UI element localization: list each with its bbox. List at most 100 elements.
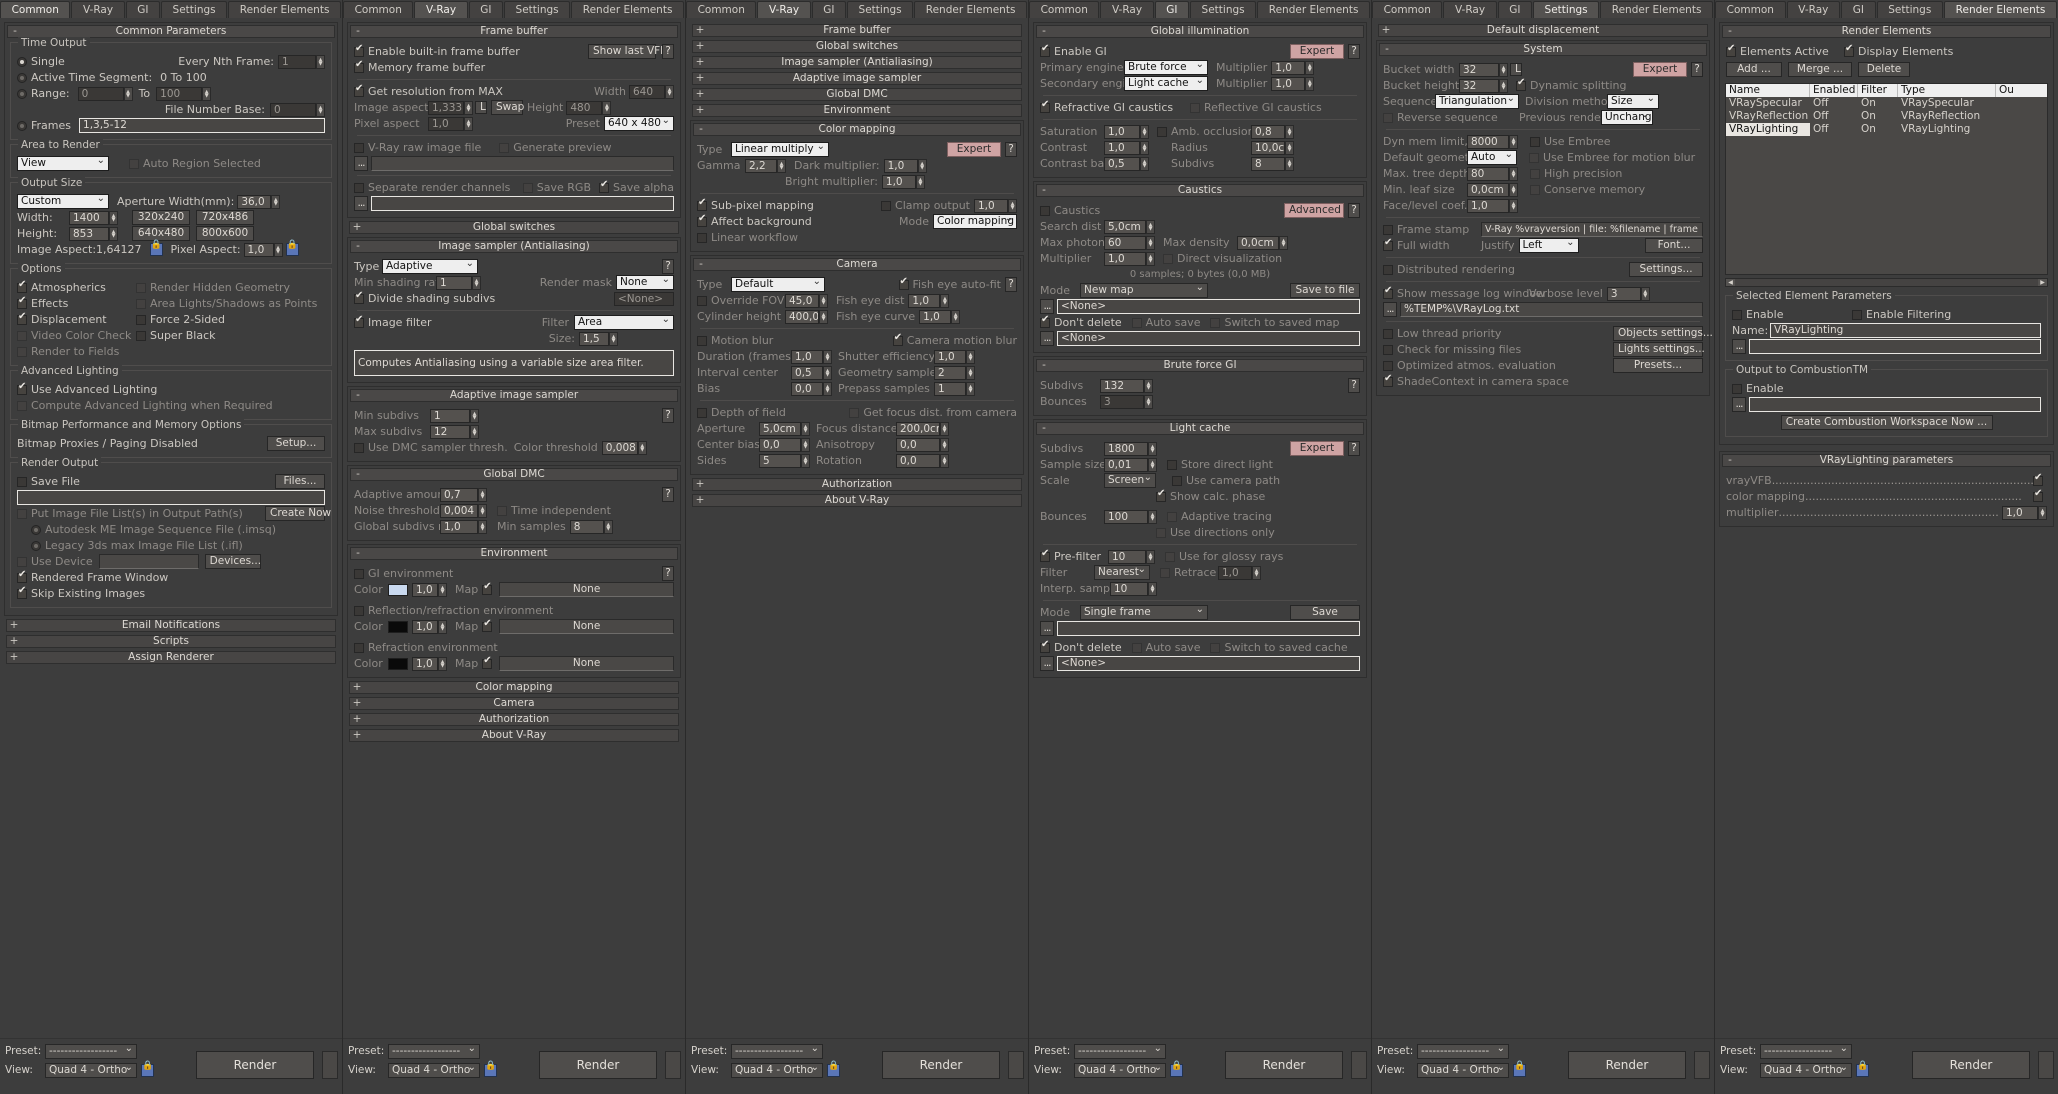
input-output-path[interactable] [17,490,325,505]
tab-gi[interactable]: GI [125,1,160,18]
column-header-filter[interactable]: Filter [1858,84,1898,97]
checkbox-conserve-memory[interactable] [1530,184,1540,195]
spinner-retrace[interactable]: ▲ ▼ [1252,565,1261,580]
spinner-lc-subdivs[interactable]: ▲ ▼ [1148,441,1157,456]
checkbox-effects[interactable] [17,296,27,309]
field-geometry-samples[interactable]: 2 [934,365,966,380]
rollout-adaptive-image-sampler[interactable]: + Adaptive image sampler [692,72,1022,85]
select-view[interactable]: Quad 4 - Ortho [45,1062,137,1078]
spinner-fb-image-aspect[interactable]: ▲ ▼ [464,100,473,115]
checkbox-use-embree[interactable] [1530,136,1540,147]
bucket-lock-button[interactable]: L [1510,63,1522,76]
checkbox-check-for-missing-files[interactable] [1383,344,1393,355]
spinner-face-level-coef[interactable]: ▲ ▼ [1509,198,1518,213]
select-lc-mode[interactable]: Single frame [1080,605,1208,620]
tab-gi[interactable]: GI [1497,1,1532,18]
field-fb-image-aspect[interactable]: 1,333 [428,100,464,115]
field-center-bias[interactable]: 0,0 [759,437,801,452]
help-icon[interactable]: ? [1691,62,1703,77]
checkbox-render-hidden-geometry[interactable] [136,282,146,293]
spinner-focus-distance[interactable]: ▲ ▼ [940,421,949,436]
help-icon[interactable]: ? [662,566,674,581]
checkbox-auto-region[interactable] [129,158,139,169]
field-re-multiplier[interactable]: 1,0 [2002,505,2038,520]
spinner-dyn-mem-limit[interactable]: ▲ ▼ [1509,134,1518,149]
spinner-fb-height[interactable]: ▲ ▼ [602,100,612,115]
rollout-color-mapping[interactable]: - Color mapping [693,123,1021,136]
checkbox-separate-render-channels[interactable] [354,182,364,193]
spinner-min-samples[interactable]: ▲ ▼ [603,519,613,534]
field-saturation[interactable]: 1,0 [1104,124,1140,139]
spinner-anisotropy[interactable]: ▲ ▼ [940,437,949,452]
checkbox-affect-background[interactable] [697,214,707,227]
expert-button[interactable]: Expert [947,142,1001,157]
radio-autodesk-image-sequence[interactable] [31,524,41,535]
checkbox-time-independent[interactable] [497,505,507,516]
select-filter[interactable]: Area [574,315,674,330]
rollout-default-displacement[interactable]: + Default displacement [1378,24,1708,37]
preset-320x240-button[interactable]: 320x240 [132,210,190,225]
field-dark-multiplier[interactable]: 1,0 [883,158,918,173]
checkbox-force-2-sided[interactable] [136,314,146,325]
checkbox-sub-pixel-mapping[interactable] [697,198,707,211]
field-every-nth[interactable]: 1 [278,54,316,69]
radio-active-time-segment[interactable] [17,72,27,83]
select-preset[interactable]: ------------------ [1417,1043,1509,1059]
show-last-vfb-button[interactable]: Show last VFB [588,44,667,59]
rollout-global-illumination[interactable]: - Global illumination [1036,25,1364,38]
help-icon[interactable]: ? [1348,44,1360,59]
field-max-subdivs[interactable]: 12 [430,424,470,439]
preset-640x480-button[interactable]: 640x480 [132,226,190,241]
rollout-global-switches[interactable]: + Global switches [349,221,679,234]
column-header-name[interactable]: Name [1726,84,1810,97]
rollout-environment[interactable]: - Environment [350,547,678,560]
checkbox-dynamic-splitting[interactable] [1516,78,1526,91]
spinner-ao-radius[interactable]: ▲ ▼ [1285,140,1294,155]
render-button[interactable]: Render [1912,1051,2030,1079]
field-file-number-base[interactable]: 0 [270,102,316,117]
rollout-global-switches[interactable]: + Global switches [692,40,1022,53]
checkbox-elements-active[interactable] [1726,44,1736,57]
rollout-vraylighting-parameters[interactable]: - VRayLighting parameters [1722,454,2051,467]
tab-settings[interactable]: Settings [1189,1,1257,18]
checkbox-displacement[interactable] [17,312,27,325]
scroll-left-icon[interactable]: ◀ [1726,279,1735,286]
button-refr-map[interactable]: None [499,656,674,671]
lock-view-icon[interactable] [1856,1061,1869,1077]
preset-800x600-button[interactable]: 800x600 [196,226,254,241]
merge-element-button[interactable]: Merge ... [1788,62,1852,77]
radio-frames[interactable] [17,120,27,131]
tab-common[interactable]: Common [686,1,757,18]
checkbox-re-color-mapping[interactable] [2033,489,2043,502]
rollout-frame-buffer[interactable]: - Frame buffer [350,25,678,38]
field-width[interactable]: 1400 [69,210,109,225]
select-division-method[interactable]: Size [1607,94,1659,109]
checkbox-compute-advanced-lighting[interactable] [17,400,27,411]
scroll-right-icon[interactable]: ▶ [2038,279,2047,286]
rollout-global-dmc[interactable]: - Global DMC [350,468,678,481]
spinner-interp-samples[interactable]: ▲ ▼ [1148,581,1157,596]
checkbox-use-embree-motion-blur[interactable] [1529,152,1539,163]
render-options-icon[interactable] [665,1051,681,1079]
tab-settings[interactable]: Settings [160,1,228,18]
spinner-amb-occlusion[interactable]: ▲ ▼ [1285,124,1294,139]
select-area-to-render[interactable]: View [17,156,109,171]
spinner-cylinder-height[interactable]: ▲ ▼ [819,309,828,324]
input-raw-path[interactable] [371,156,674,171]
presets-button[interactable]: Presets... [1613,358,1703,373]
tab-settings[interactable]: Settings [503,1,571,18]
checkbox-lc-switch-to-saved[interactable] [1210,642,1221,653]
field-bucket-width[interactable]: 32 [1459,62,1499,77]
field-cm-gamma[interactable]: 2,2 [745,158,777,173]
tab-common[interactable]: Common [343,1,414,18]
create-combustion-workspace-button[interactable]: Create Combustion Workspace Now ... [1780,415,1993,430]
select-preset[interactable]: ------------------ [1760,1043,1852,1059]
field-fish-eye-curve[interactable]: 1,0 [919,309,952,324]
checkbox-refl-map[interactable] [482,619,493,632]
objects-settings-button[interactable]: Objects settings... [1613,326,1713,341]
input-caustics-map-path[interactable]: <None> [1057,299,1360,314]
field-bright-multiplier[interactable]: 1,0 [881,174,916,189]
field-dyn-mem-limit[interactable]: 8000 [1467,134,1509,149]
select-preset[interactable]: ------------------ [45,1043,137,1059]
browse-channels-path-button[interactable]: ... [354,196,368,211]
